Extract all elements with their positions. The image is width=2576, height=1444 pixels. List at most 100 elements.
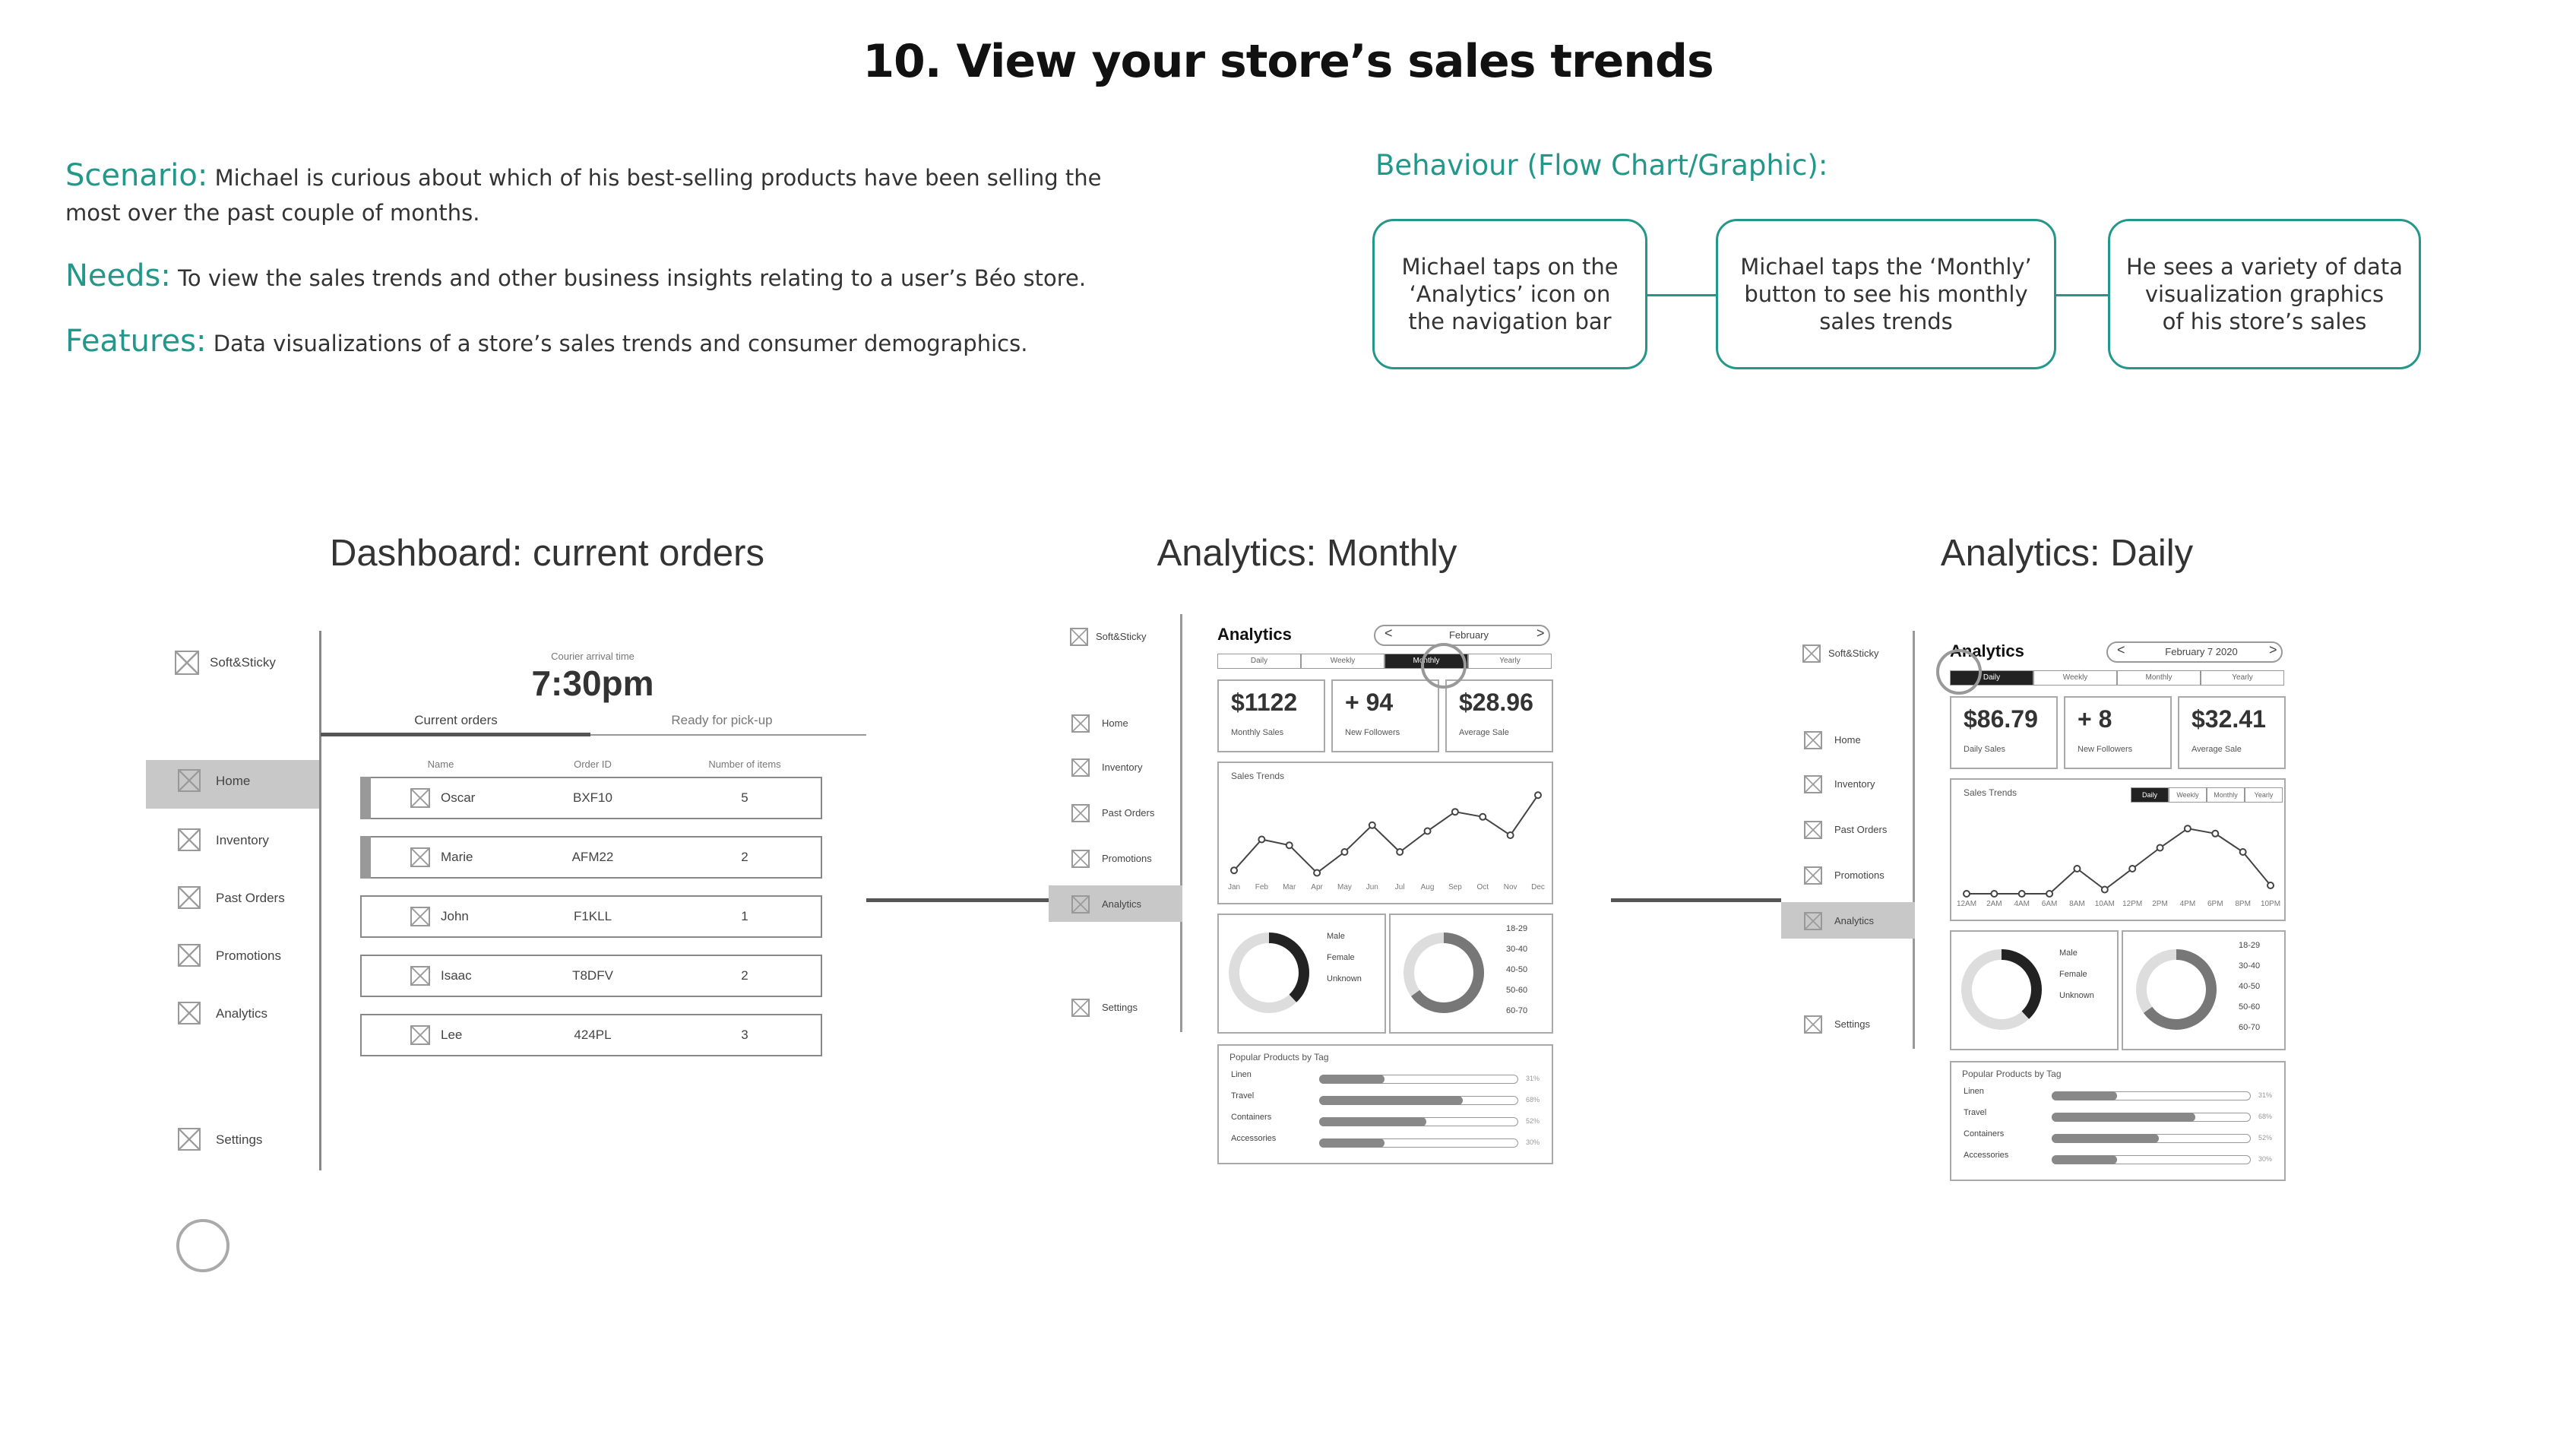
sidebar-item-inventory[interactable]: Inventory	[216, 833, 269, 848]
home-icon[interactable]	[1804, 731, 1822, 749]
order-id: F1KLL	[573, 909, 612, 923]
sales-trend-point	[1313, 869, 1321, 877]
sidebar-item-promotions[interactable]: Promotions	[1102, 853, 1152, 864]
sidebar-item-home[interactable]: Home	[216, 774, 250, 789]
sidebar-item-home[interactable]: Home	[1102, 717, 1128, 729]
period-daily-button[interactable]: Daily	[1217, 654, 1301, 669]
analytics-icon[interactable]	[1071, 895, 1090, 914]
home-icon[interactable]	[178, 769, 201, 792]
age-legend-item: 18-29	[1506, 924, 1528, 933]
promotions-icon[interactable]	[1071, 850, 1090, 868]
trend-period-weekly-button[interactable]: Weekly	[2169, 787, 2207, 803]
product-percent: 52%	[2258, 1134, 2273, 1142]
order-name: Lee	[441, 1028, 463, 1042]
settings-icon[interactable]	[1804, 1015, 1822, 1034]
courier-time: 7:30pm	[531, 663, 654, 703]
gender-legend-item: Unknown	[1327, 974, 1362, 983]
sidebar-item-analytics[interactable]: Analytics	[1102, 898, 1141, 910]
trend-period-daily-button[interactable]: Daily	[2131, 787, 2169, 803]
age-legend-item: 30-40	[2239, 961, 2261, 971]
row-checkbox-icon[interactable]	[410, 966, 430, 986]
product-tag-name: Accessories	[1964, 1151, 2009, 1160]
flow-step-2: Michael taps the ‘Monthly’ button to see …	[1716, 219, 2056, 369]
trend-period-yearly-button[interactable]: Yearly	[2245, 787, 2283, 803]
settings-icon[interactable]	[1071, 999, 1090, 1017]
sidebar-item-settings[interactable]: Settings	[216, 1132, 262, 1148]
product-progress-fill	[2052, 1155, 2117, 1164]
product-percent: 52%	[1526, 1117, 1540, 1125]
sidebar-item-promotions[interactable]: Promotions	[216, 948, 281, 964]
settings-icon[interactable]	[178, 1128, 201, 1151]
home-icon[interactable]	[1071, 714, 1090, 733]
period-yearly-button[interactable]: Yearly	[1468, 654, 1552, 669]
x-axis-tick-label: 4PM	[2179, 900, 2196, 908]
row-checkbox-icon[interactable]	[410, 847, 430, 867]
stat-label: New Followers	[1345, 728, 1400, 737]
row-checkbox-icon[interactable]	[410, 788, 430, 808]
order-id: BXF10	[573, 790, 612, 805]
promotions-icon[interactable]	[1804, 866, 1822, 885]
inventory-icon[interactable]	[178, 828, 201, 851]
next-date-button[interactable]: >	[2269, 642, 2277, 658]
sales-trend-point	[1258, 835, 1266, 844]
needs-label: Needs:	[65, 258, 171, 293]
product-progress-fill	[1319, 1096, 1463, 1105]
gender-legend-item: Male	[2059, 948, 2078, 958]
sidebar-item-settings[interactable]: Settings	[1102, 1002, 1138, 1013]
prev-date-button[interactable]: <	[2117, 642, 2125, 658]
x-axis-tick-label: Apr	[1311, 883, 1323, 891]
sales-trend-line	[1233, 794, 1539, 874]
gender-legend-item: Unknown	[2059, 991, 2094, 1000]
sales-trend-point	[1230, 866, 1238, 875]
sidebar-item-analytics[interactable]: Analytics	[1834, 915, 1874, 926]
stat-label: New Followers	[2078, 745, 2133, 754]
flow-step-3-line-1: He sees a variety of data	[2126, 254, 2403, 280]
x-axis-tick-label: Dec	[1531, 883, 1545, 891]
tab-ready-for-pickup[interactable]: Ready for pick-up	[646, 713, 798, 728]
analytics-icon[interactable]	[178, 1002, 201, 1024]
gender-legend-item: Male	[1327, 932, 1345, 941]
x-axis-tick-label: 2AM	[1986, 900, 2002, 908]
order-name: Isaac	[441, 968, 472, 983]
flow-step-3-line-3: of his store’s sales	[2162, 309, 2367, 334]
period-weekly-button[interactable]: Weekly	[2033, 670, 2117, 686]
order-name: Oscar	[441, 790, 476, 805]
inventory-icon[interactable]	[1804, 775, 1822, 793]
tap-indicator	[176, 1219, 229, 1272]
popular-products-label: Popular Products by Tag	[1229, 1052, 1329, 1062]
row-checkbox-icon[interactable]	[410, 907, 430, 926]
x-axis-tick-label: 8PM	[2235, 900, 2251, 908]
stat-value: $28.96	[1459, 689, 1533, 716]
flow-step-1-line-3: the navigation bar	[1408, 309, 1612, 334]
features-label: Features:	[65, 324, 207, 359]
product-tag-name: Accessories	[1231, 1134, 1277, 1143]
past-orders-icon[interactable]	[1071, 804, 1090, 822]
age-legend-item: 40-50	[1506, 965, 1528, 974]
sidebar-item-past-orders[interactable]: Past Orders	[1834, 824, 1887, 835]
prev-date-button[interactable]: <	[1385, 625, 1393, 641]
sidebar-item-inventory[interactable]: Inventory	[1102, 762, 1142, 773]
analytics-icon[interactable]	[1804, 912, 1822, 930]
product-progress-fill	[2052, 1134, 2159, 1143]
sidebar-item-past-orders[interactable]: Past Orders	[1102, 807, 1154, 819]
sidebar-item-home[interactable]: Home	[1834, 734, 1861, 746]
promotions-icon[interactable]	[178, 944, 201, 967]
scenario-text-1: Michael is curious about which of his be…	[214, 165, 1102, 191]
sidebar-item-settings[interactable]: Settings	[1834, 1018, 1870, 1030]
row-checkbox-icon[interactable]	[410, 1025, 430, 1045]
trend-period-monthly-button[interactable]: Monthly	[2207, 787, 2245, 803]
past-orders-icon[interactable]	[1804, 821, 1822, 839]
next-date-button[interactable]: >	[1536, 625, 1545, 641]
period-yearly-button[interactable]: Yearly	[2201, 670, 2284, 686]
sidebar-item-analytics[interactable]: Analytics	[216, 1006, 267, 1021]
flow-step-3-line-2: visualization graphics	[2144, 281, 2385, 307]
inventory-icon[interactable]	[1071, 758, 1090, 777]
sales-trend-point	[2211, 829, 2220, 838]
past-orders-icon[interactable]	[178, 886, 201, 909]
period-monthly-button[interactable]: Monthly	[2117, 670, 2201, 686]
sidebar-item-promotions[interactable]: Promotions	[1834, 869, 1885, 881]
sidebar-item-inventory[interactable]: Inventory	[1834, 778, 1875, 790]
sidebar-item-past-orders[interactable]: Past Orders	[216, 891, 285, 906]
tab-current-orders[interactable]: Current orders	[380, 713, 532, 728]
period-weekly-button[interactable]: Weekly	[1301, 654, 1385, 669]
